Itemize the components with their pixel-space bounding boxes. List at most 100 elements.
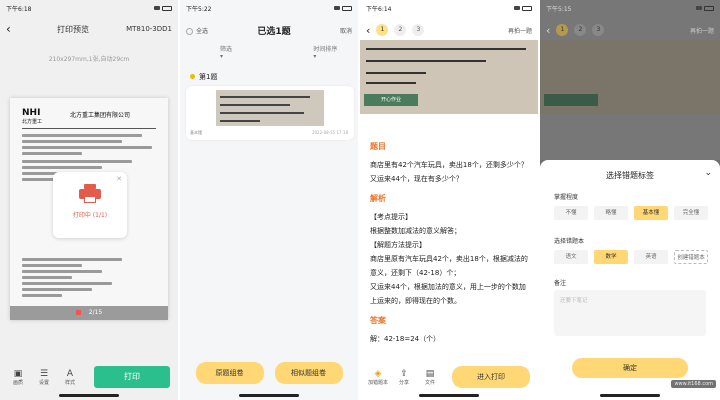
tab-question-2[interactable]: 2 [394,24,407,36]
text-line [22,160,132,163]
bottom-actions: 原题组卷 相似题组卷 [180,362,358,388]
top-bar: ‹ 打印预览 MT810-3DD1 [0,18,178,40]
filter-subject[interactable]: 筛选 ▾ [200,44,253,60]
confirm-button[interactable]: 确定 [572,358,688,378]
status-icons [514,5,532,11]
divider [22,128,156,129]
toolbar-share[interactable]: ⇪ 分享 [394,369,414,386]
mastery-options: 不懂 略懂 基本懂 完全懂 [554,206,708,220]
page-indicator: 2/15 [10,306,168,320]
mastery-tag: 基本懂 [190,130,202,135]
text-line [22,270,102,273]
signal-icon [154,6,160,10]
answer-line: 解：42-18=24（个） [370,335,441,343]
page-marker-icon [75,310,81,315]
cancel-button[interactable]: 取消 [340,26,352,35]
home-indicator [59,394,119,397]
chevron-down-icon[interactable]: ⌄ [704,168,712,178]
print-button[interactable]: 打印 [94,366,170,388]
tab-question-3[interactable]: 3 [592,24,605,36]
text-line [22,258,122,261]
question-detail-screen: 下午6:14 ‹ 1 2 3 再拍一题 开心作业 题目 商店里有42个汽车玩具，… [360,0,538,400]
tab-question-3[interactable]: 3 [412,24,425,36]
caret-down-icon: ▾ [313,53,317,60]
tab-question-1[interactable]: 1 [556,24,569,36]
question-text: 商店里有42个汽车玩具，卖出18个，还剩多少个？又运来44个，现在有多少个？ [370,161,528,183]
section-analysis: 解析 [370,194,386,203]
text-line [22,282,112,285]
analysis-line: 【考点提示】 [370,213,412,221]
analysis-line: 根据整数加减法的意义解答； [370,227,461,235]
enter-print-button[interactable]: 进入打印 [452,366,530,388]
mastery-option[interactable]: 略懂 [594,206,628,220]
toolbar-quality[interactable]: ▣ 画质 [8,369,28,386]
status-icons [334,5,352,11]
back-icon[interactable]: ‹ [366,24,370,37]
mastery-label: 掌握程度 [554,194,579,201]
wrongbook-option[interactable]: 语文 [554,250,588,264]
top-bar: ‹ 1 2 3 再拍一题 [540,20,720,40]
notes-input[interactable]: 还要下笔记 [554,290,706,336]
wrongbook-option[interactable]: 英语 [634,250,668,264]
text-line [22,288,92,291]
analysis-line: 【解题方法提示】 [370,241,426,249]
printing-dialog: ✕ 打印中 (1/1) [53,172,127,238]
document-icon: ▤ [425,368,435,379]
tab-question-2[interactable]: 2 [574,24,587,36]
reshoot-button[interactable]: 再拍一题 [508,26,532,35]
original-paper-button[interactable]: 原题组卷 [195,362,264,384]
dot-icon [190,74,195,79]
create-wrongbook-button[interactable]: 创建错题本 [674,250,708,264]
toolbar-settings[interactable]: ☰ 设置 [34,369,54,386]
analysis-line: 商店里原有汽车玩具42个，卖出18个，根据减法的意义，还剩下（42-18）个； [370,255,528,277]
image-icon: ▣ [13,368,23,379]
page-title: 打印预览 [57,24,90,34]
caret-down-icon: ▾ [220,53,224,60]
battery-icon [342,5,352,11]
text-line [22,152,82,155]
text-line [22,134,142,137]
select-all[interactable]: 全选 [186,26,208,35]
printer-name[interactable]: MT810-3DD1 [126,25,172,33]
close-icon[interactable]: ✕ [116,175,122,183]
wrongbook-option-selected[interactable]: 数学 [594,250,628,264]
status-bar: 下午5:15 [540,0,720,16]
wrongbook-label: 选择错题本 [554,238,585,245]
screens: 下午6:18 ‹ 打印预览 MT810-3DD1 210x297mm,1张,自动… [0,0,720,400]
toolbar-add-wrongbook[interactable]: ◈ 加错题本 [368,369,388,386]
section-question: 题目 [370,142,386,151]
analysis-line: 又运来44个，根据加法的意义，用上一步的个数加上运来的，即得现在的个数。 [370,283,526,305]
question-card[interactable]: 基本懂 2022-08-15 17:18 [186,86,354,140]
filter-bar: 筛选 ▾ 时间排序 ▾ [180,44,358,60]
toolbar-style[interactable]: A 样式 [60,369,80,386]
section-answer: 答案 [370,316,386,325]
share-icon: ⇪ [400,368,408,379]
mastery-option-selected[interactable]: 基本懂 [634,206,668,220]
signal-icon [514,6,520,10]
tab-question-1[interactable]: 1 [376,24,389,36]
similar-paper-button[interactable]: 相似题组卷 [274,362,343,384]
toolbar-file[interactable]: ▤ 文件 [420,369,440,386]
mastery-option[interactable]: 完全懂 [674,206,708,220]
watermark: www.it168.com [671,380,716,388]
status-bar: 下午5:22 [180,0,358,16]
filter-time[interactable]: 时间排序 ▾ [293,44,358,60]
bottom-toolbar: ▣ 画质 ☰ 设置 A 样式 打印 [0,360,178,394]
home-indicator [600,394,660,397]
signal-icon [696,6,702,10]
back-icon[interactable]: ‹ [6,22,20,36]
mastery-option[interactable]: 不懂 [554,206,588,220]
back-icon[interactable]: ‹ [546,24,550,37]
battery-icon [704,5,714,11]
reshoot-button[interactable]: 再拍一题 [690,26,714,35]
text-line [22,140,122,143]
text-line [22,264,82,267]
question-photo: 开心作业 [360,40,538,114]
top-bar: 全选 已选1题 取消 [180,20,358,40]
print-preview-screen: 下午6:18 ‹ 打印预览 MT810-3DD1 210x297mm,1张,自动… [0,0,178,400]
status-bar: 下午6:18 [0,0,178,16]
text-line [22,276,72,279]
question-content: 题目 商店里有42个汽车玩具，卖出18个，还剩多少个？又运来44个，现在有多少个… [370,134,530,346]
status-time: 下午6:14 [366,5,392,13]
sliders-icon: ☰ [39,368,49,379]
